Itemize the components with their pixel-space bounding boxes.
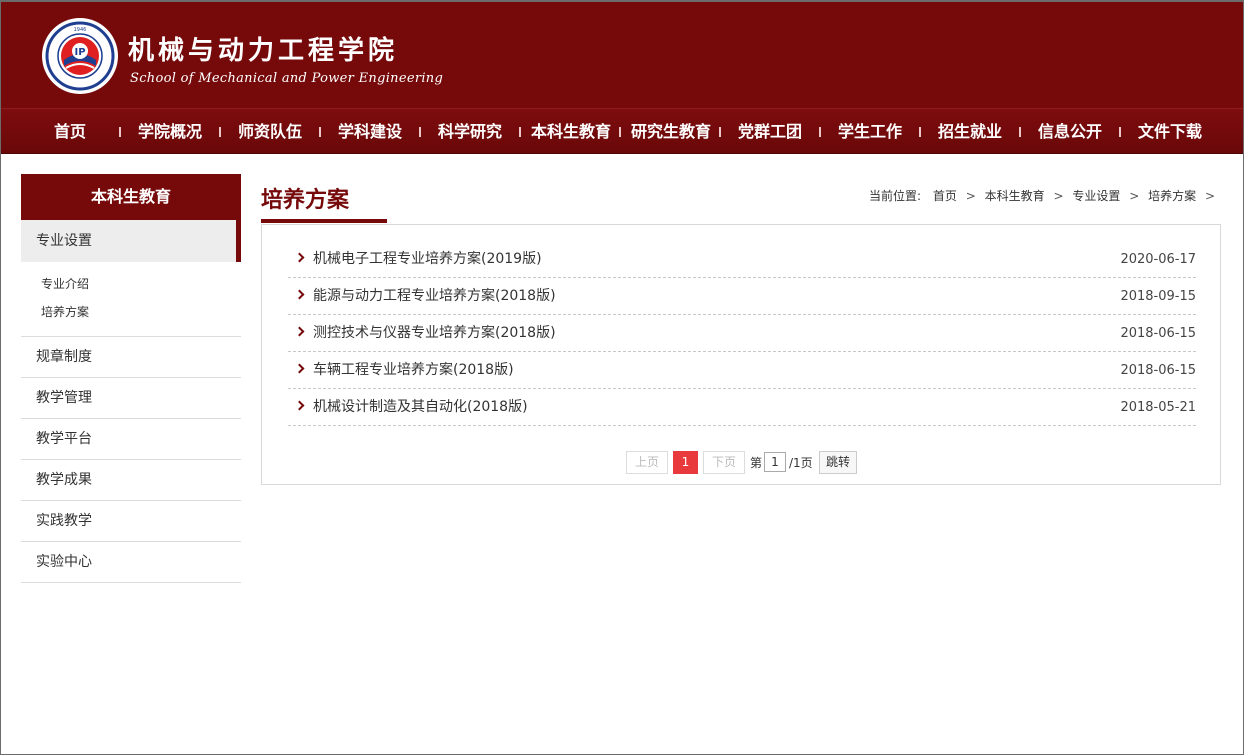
sidebar-item-major-settings[interactable]: 专业设置 (21, 220, 241, 262)
breadcrumb-training-plan[interactable]: 培养方案 (1148, 189, 1196, 203)
breadcrumb-separator: > (965, 189, 976, 203)
nav-item-admissions[interactable]: 招生就业 (930, 109, 1010, 155)
current-page-button[interactable]: 1 (673, 451, 698, 474)
breadcrumb-separator: > (1053, 189, 1064, 203)
list-item-title[interactable]: 机械电子工程专业培养方案(2019版) (313, 241, 542, 278)
prev-page-button[interactable]: 上页 (626, 451, 668, 474)
nav-item-downloads[interactable]: 文件下载 (1130, 109, 1210, 155)
sidebar-item-practice-teaching[interactable]: 实践教学 (21, 501, 241, 542)
list-item: 测控技术与仪器专业培养方案(2018版) 2018-06-15 (288, 315, 1196, 352)
nav-item-research[interactable]: 科学研究 (430, 109, 510, 155)
list-item: 机械电子工程专业培养方案(2019版) 2020-06-17 (288, 241, 1196, 278)
nav-item-graduate[interactable]: 研究生教育 (625, 109, 717, 155)
chevron-right-icon (294, 289, 305, 300)
breadcrumb-undergraduate[interactable]: 本科生教育 (985, 189, 1045, 203)
list-item-date: 2020-06-17 (1120, 252, 1196, 267)
main-nav: 首页 学院概况 师资队伍 学科建设 科学研究 本科生教育 研究生教育 党群工团 … (0, 108, 1244, 154)
nav-item-student-work[interactable]: 学生工作 (830, 109, 910, 155)
jump-button[interactable]: 跳转 (819, 451, 857, 474)
chevron-right-icon (294, 326, 305, 337)
next-page-button[interactable]: 下页 (703, 451, 745, 474)
chevron-right-icon (294, 252, 305, 263)
list-item-title[interactable]: 车辆工程专业培养方案(2018版) (313, 352, 514, 389)
breadcrumb-prefix: 当前位置: (869, 189, 922, 203)
list-item-date: 2018-06-15 (1120, 326, 1196, 341)
list-item: 车辆工程专业培养方案(2018版) 2018-06-15 (288, 352, 1196, 389)
site-title-english: School of Mechanical and Power Engineeri… (130, 71, 444, 86)
nav-item-disclosure[interactable]: 信息公开 (1030, 109, 1110, 155)
sidebar-subitem-major-intro[interactable]: 专业介绍 (21, 270, 241, 298)
nav-separator (119, 127, 121, 137)
svg-text:1946: 1946 (74, 27, 87, 33)
breadcrumb-home[interactable]: 首页 (933, 189, 957, 203)
list-item-title[interactable]: 测控技术与仪器专业培养方案(2018版) (313, 315, 556, 352)
nav-item-home[interactable]: 首页 (40, 109, 100, 155)
nav-separator (819, 127, 821, 137)
page-number-input[interactable] (764, 452, 786, 472)
sidebar-item-regulations[interactable]: 规章制度 (21, 337, 241, 378)
nav-separator (219, 127, 221, 137)
site-header: IP 1946 机械与动力工程学院 School of Mechanical a… (0, 0, 1244, 108)
breadcrumb-separator: > (1129, 189, 1140, 203)
college-emblem-icon[interactable]: IP 1946 (42, 18, 118, 94)
article-list-panel: 机械电子工程专业培养方案(2019版) 2020-06-17 能源与动力工程专业… (261, 224, 1221, 485)
list-item-date: 2018-06-15 (1120, 363, 1196, 378)
nav-separator (1119, 127, 1121, 137)
page-title: 培养方案 (261, 188, 350, 213)
nav-separator (419, 127, 421, 137)
breadcrumb-separator: > (1204, 189, 1215, 203)
breadcrumb: 当前位置: 首页 > 本科生教育 > 专业设置 > 培养方案 > (869, 187, 1220, 204)
list-item: 能源与动力工程专业培养方案(2018版) 2018-09-15 (288, 278, 1196, 315)
nav-separator (1019, 127, 1021, 137)
article-list: 机械电子工程专业培养方案(2019版) 2020-06-17 能源与动力工程专业… (288, 241, 1196, 426)
sidebar-submenu: 专业介绍 培养方案 (21, 262, 241, 337)
sidebar-item-teaching-platform[interactable]: 教学平台 (21, 419, 241, 460)
nav-separator (919, 127, 921, 137)
nav-separator (319, 127, 321, 137)
nav-separator (619, 127, 621, 137)
sidebar-item-lab-center[interactable]: 实验中心 (21, 542, 241, 583)
nav-separator (719, 127, 721, 137)
svg-text:IP: IP (74, 47, 85, 58)
page-jump-suffix: /1页 (789, 456, 813, 470)
sidebar: 本科生教育 专业设置 专业介绍 培养方案 规章制度 教学管理 教学平台 教学成果… (21, 174, 241, 583)
chevron-right-icon (294, 363, 305, 374)
nav-item-about[interactable]: 学院概况 (130, 109, 210, 155)
nav-item-faculty[interactable]: 师资队伍 (230, 109, 310, 155)
nav-item-party[interactable]: 党群工团 (730, 109, 810, 155)
sidebar-subitem-training-plan[interactable]: 培养方案 (21, 298, 241, 326)
sidebar-item-teaching-management[interactable]: 教学管理 (21, 378, 241, 419)
title-underline (261, 219, 387, 223)
list-item-title[interactable]: 能源与动力工程专业培养方案(2018版) (313, 278, 556, 315)
chevron-right-icon (294, 400, 305, 411)
breadcrumb-major-settings[interactable]: 专业设置 (1072, 189, 1120, 203)
list-item-date: 2018-09-15 (1120, 289, 1196, 304)
page-jump-prefix: 第 (750, 456, 763, 470)
list-item-title[interactable]: 机械设计制造及其自动化(2018版) (313, 389, 528, 426)
sidebar-item-teaching-achievements[interactable]: 教学成果 (21, 460, 241, 501)
sidebar-title: 本科生教育 (21, 174, 241, 220)
list-item-date: 2018-05-21 (1120, 400, 1196, 415)
nav-item-undergraduate[interactable]: 本科生教育 (525, 109, 617, 155)
site-title-chinese: 机械与动力工程学院 (128, 36, 399, 66)
list-item: 机械设计制造及其自动化(2018版) 2018-05-21 (288, 389, 1196, 426)
nav-separator (519, 127, 521, 137)
nav-item-disciplines[interactable]: 学科建设 (330, 109, 410, 155)
